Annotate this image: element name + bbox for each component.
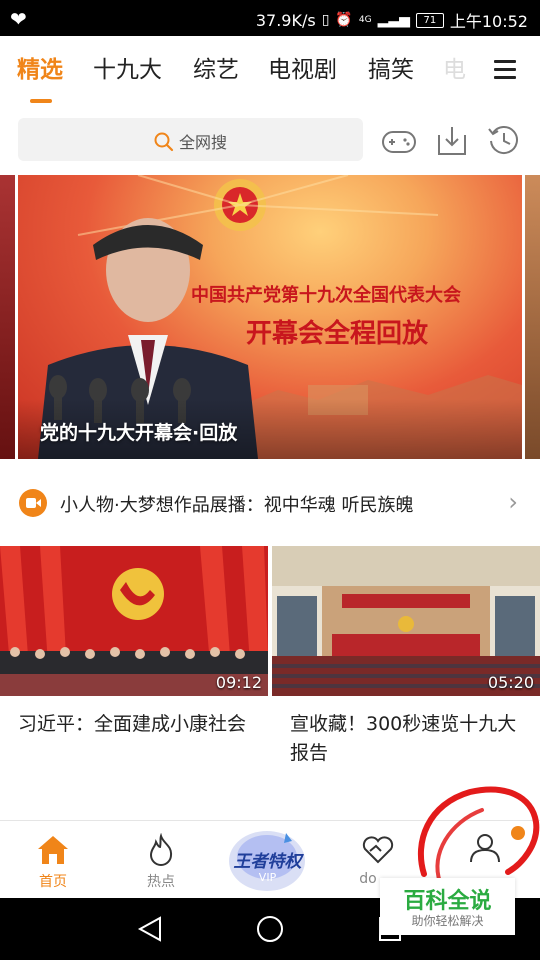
carousel-prev-peek[interactable] — [0, 175, 15, 459]
tab-featured[interactable]: 精选 — [17, 50, 63, 84]
tab-variety[interactable]: 综艺 — [193, 50, 239, 84]
alarm-icon: ⏰ — [335, 12, 353, 28]
featured-banner[interactable]: 中国共产党第十九次全国代表大会 开幕会全程回放 党的十九大开幕会·回放 — [18, 175, 522, 459]
back-icon — [137, 916, 161, 942]
promo-text: 小人物·大梦想作品展播：视中华魂 听民族魄 — [60, 495, 414, 516]
download-icon[interactable] — [434, 123, 470, 159]
tab-funny[interactable]: 搞笑 — [368, 50, 414, 84]
heart-icon: ❤ — [10, 7, 27, 31]
video-duration: 09:12 — [215, 673, 262, 692]
active-tab-indicator — [30, 99, 52, 103]
video-thumbnail[interactable]: 05:20 — [272, 546, 540, 696]
banner-headline-2: 开幕会全程回放 — [246, 319, 429, 349]
tab-more-partial[interactable]: 电 — [443, 50, 466, 84]
flame-icon — [149, 832, 173, 866]
annotation-circle — [417, 786, 540, 884]
video-thumbnail[interactable]: 09:12 — [0, 546, 268, 696]
nav-vip[interactable]: 王者特权 VIP — [220, 821, 315, 899]
network-type: 4G — [358, 15, 372, 25]
search-icon — [154, 132, 174, 152]
nav-home-label: 首页 — [39, 874, 67, 890]
nav-home[interactable]: 首页 — [8, 821, 98, 891]
nav-hot[interactable]: 热点 — [116, 821, 206, 891]
tab-tv-series[interactable]: 电视剧 — [268, 50, 337, 84]
banner-caption: 党的十九大开幕会·回放 — [40, 422, 238, 444]
video-title[interactable]: 宣收藏！300秒速览十九大报告 — [290, 710, 530, 768]
vip-badge-text: 王者特权 — [233, 852, 302, 872]
nav-hot-label: 热点 — [147, 874, 175, 890]
net-speed: 37.9K/s — [255, 10, 316, 30]
watermark-title: 百科全说 — [403, 889, 492, 914]
watermark-logo: 百科全说 助你轻松解决 — [380, 878, 515, 935]
home-icon — [38, 836, 68, 864]
promo-row[interactable]: 小人物·大梦想作品展播：视中华魂 听民族魄 › — [0, 475, 540, 531]
vibrate-icon: ▯ — [321, 12, 330, 28]
battery-icon: 71 — [415, 12, 444, 28]
video-duration: 05:20 — [487, 673, 534, 692]
search-bar[interactable]: 全网搜 — [18, 118, 363, 161]
video-title[interactable]: 习近平：全面建成小康社会 — [18, 710, 258, 739]
gamepad-icon[interactable] — [381, 123, 417, 159]
status-right: 37.9K/s ▯ ⏰ 4G ▂▃▅ 71 上午10:52 — [256, 8, 528, 32]
channel-tabs: 精选 十九大 综艺 电视剧 搞笑 电 — [0, 50, 540, 103]
home-circle-icon — [257, 916, 283, 942]
video-camera-icon — [19, 489, 47, 517]
signal-icon: ▂▃▅ — [377, 12, 410, 28]
search-placeholder: 全网搜 — [179, 133, 228, 152]
tab-19th-congress[interactable]: 十九大 — [93, 50, 162, 84]
vip-badge-sub: VIP — [258, 871, 277, 884]
menu-icon[interactable] — [494, 60, 516, 84]
history-icon[interactable] — [486, 123, 522, 159]
chevron-right-icon: › — [508, 488, 518, 516]
carousel-next-peek[interactable] — [525, 175, 540, 459]
clock: 上午10:52 — [449, 12, 528, 31]
status-bar: ❤ 37.9K/s ▯ ⏰ 4G ▂▃▅ 71 上午10:52 — [0, 0, 540, 36]
banner-headline-1: 中国共产党第十九次全国代表大会 — [191, 285, 461, 306]
watermark-subtitle: 助你轻松解决 — [411, 914, 484, 928]
heart-outline-icon — [362, 836, 394, 864]
